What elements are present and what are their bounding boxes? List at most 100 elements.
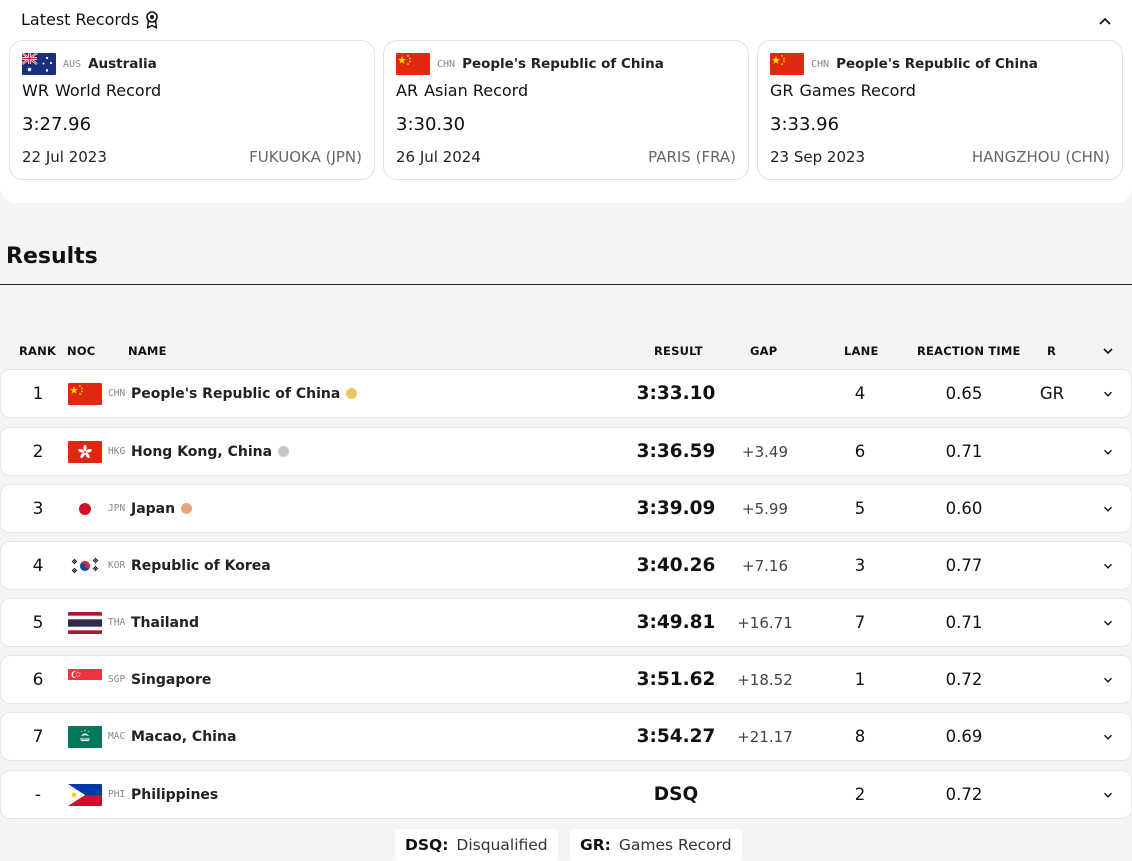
expand-row-button[interactable] <box>1099 370 1117 417</box>
china-flag-icon <box>770 53 804 75</box>
team-name: Thailand <box>131 599 199 646</box>
record-flag <box>1022 599 1082 646</box>
expand-row-button[interactable] <box>1099 485 1117 532</box>
australia-flag-icon <box>22 53 56 75</box>
rank: 5 <box>32 612 44 633</box>
china-flag-icon <box>68 382 102 405</box>
record-venue: PARIS (FRA) <box>648 148 736 166</box>
legend-key: DSQ: <box>405 836 449 854</box>
lane: 1 <box>854 670 866 689</box>
noc-flag <box>68 713 102 760</box>
chevron-down-icon <box>1104 506 1112 512</box>
legend-dsq: DSQ: Disqualified <box>395 829 558 861</box>
gap: +18.52 <box>737 670 793 689</box>
china-flag-icon <box>396 53 430 75</box>
expand-row-button[interactable] <box>1099 713 1117 760</box>
reaction-time: 0.72 <box>945 785 983 804</box>
record-card-world-record[interactable]: AUS Australia WR World Record 3:27.96 22 … <box>9 40 375 180</box>
latest-records-title: Latest Records <box>21 10 140 29</box>
record-venue: FUKUOKA (JPN) <box>249 148 362 166</box>
record-flag: GR <box>1039 384 1065 403</box>
result-row[interactable]: 5 THA Thailand 3:49.81 +16.71 7 0.71 <box>0 598 1132 647</box>
noc-flag <box>68 771 102 818</box>
result-row[interactable]: 7 MAC Macao, China 3:54.27 +21.17 8 0.69 <box>0 712 1132 761</box>
record-venue: HANGZHOU (CHN) <box>971 148 1110 166</box>
gap <box>715 370 815 417</box>
team-name-text: Singapore <box>131 671 212 688</box>
team-name: Japan <box>131 485 193 532</box>
noc-code: CHN <box>108 388 126 399</box>
noc-flag <box>68 485 102 532</box>
record-card-games-record[interactable]: CHN People's Republic of China GR Games R… <box>757 40 1123 180</box>
result-row[interactable]: 3 JPN Japan 3:39.09 +5.99 5 0.60 <box>0 484 1132 533</box>
team-name-text: Macao, China <box>131 728 237 745</box>
gap: +21.17 <box>737 727 793 746</box>
record-type-name: Asian Record <box>424 81 529 100</box>
record-date: 22 Jul 2023 <box>22 148 107 166</box>
silver-medal-icon <box>278 446 290 457</box>
macao-flag-icon <box>68 725 102 748</box>
column-header-name: NAME <box>128 344 167 358</box>
expand-all-button[interactable] <box>1100 343 1116 359</box>
column-header-record: R <box>1047 344 1057 358</box>
noc-flag <box>68 428 102 475</box>
team-name-text: People's Republic of China <box>131 385 341 402</box>
noc-code: KOR <box>108 560 126 571</box>
rank: - <box>34 784 42 805</box>
noc-code: JPN <box>108 503 126 514</box>
result-row[interactable]: 1 CHN People's Republic of China 3:33.10… <box>0 369 1132 418</box>
record-country-name: People's Republic of China <box>462 56 664 72</box>
record-type-name: Games Record <box>799 81 916 100</box>
result-row[interactable]: 2 HKG Hong Kong, China 3:36.59 +3.49 6 0… <box>0 427 1132 476</box>
column-header-noc: NOC <box>67 344 96 358</box>
record-card-asian-record[interactable]: CHN People's Republic of China AR Asian R… <box>383 40 749 180</box>
record-type: WR World Record <box>22 81 161 100</box>
rank: 2 <box>32 441 44 462</box>
result-row[interactable]: 6 SGP Singapore 3:51.62 +18.52 1 0.72 <box>0 655 1132 704</box>
chevron-down-icon <box>1104 620 1112 626</box>
latest-records-panel: Latest Records AUS Australia WR World Re… <box>0 0 1132 203</box>
lane: 4 <box>854 384 866 403</box>
column-header-lane: LANE <box>844 344 879 358</box>
expand-row-button[interactable] <box>1099 542 1117 589</box>
noc-code: MAC <box>108 731 126 742</box>
thailand-flag-icon <box>68 611 102 634</box>
team-name: People's Republic of China <box>131 370 358 417</box>
record-date: 26 Jul 2024 <box>396 148 481 166</box>
chevron-down-icon <box>1104 391 1112 397</box>
latest-records-header: Latest Records <box>21 10 159 29</box>
legend-value: Games Record <box>618 836 732 854</box>
expand-row-button[interactable] <box>1099 771 1117 818</box>
award-medal-icon <box>145 10 159 29</box>
reaction-time: 0.69 <box>945 727 983 746</box>
record-flag <box>1022 428 1082 475</box>
korea-flag-icon <box>68 554 102 577</box>
gap: +3.49 <box>742 442 788 461</box>
team-name: Hong Kong, China <box>131 428 290 475</box>
chevron-down-icon <box>1104 449 1112 455</box>
record-type: AR Asian Record <box>396 81 528 100</box>
rank: 7 <box>32 726 44 747</box>
record-country-name: Australia <box>88 56 157 72</box>
result-row[interactable]: 4 KOR Republic of Korea 3:40.26 +7.16 3 … <box>0 541 1132 590</box>
team-name-text: Republic of Korea <box>131 557 271 574</box>
collapse-records-button[interactable] <box>1094 10 1116 32</box>
result-row[interactable]: - PHI Philippines DSQ 2 0.72 <box>0 770 1132 819</box>
lane: 7 <box>854 613 866 632</box>
reaction-time: 0.72 <box>945 670 983 689</box>
record-time: 3:30.30 <box>396 114 466 135</box>
noc-flag <box>68 542 102 589</box>
expand-row-button[interactable] <box>1099 599 1117 646</box>
reaction-time: 0.77 <box>945 556 983 575</box>
column-header-rank: RANK <box>19 344 57 358</box>
singapore-flag-icon <box>68 668 102 691</box>
noc-code: SGP <box>108 674 126 685</box>
reaction-time: 0.71 <box>945 613 983 632</box>
chevron-down-icon <box>1104 734 1112 740</box>
hong-kong-flag-icon <box>68 440 102 463</box>
expand-row-button[interactable] <box>1099 656 1117 703</box>
record-country: CHN People's Republic of China <box>396 53 664 75</box>
record-abbr: WR <box>22 81 49 100</box>
legend-gr: GR: Games Record <box>570 829 742 861</box>
expand-row-button[interactable] <box>1099 428 1117 475</box>
